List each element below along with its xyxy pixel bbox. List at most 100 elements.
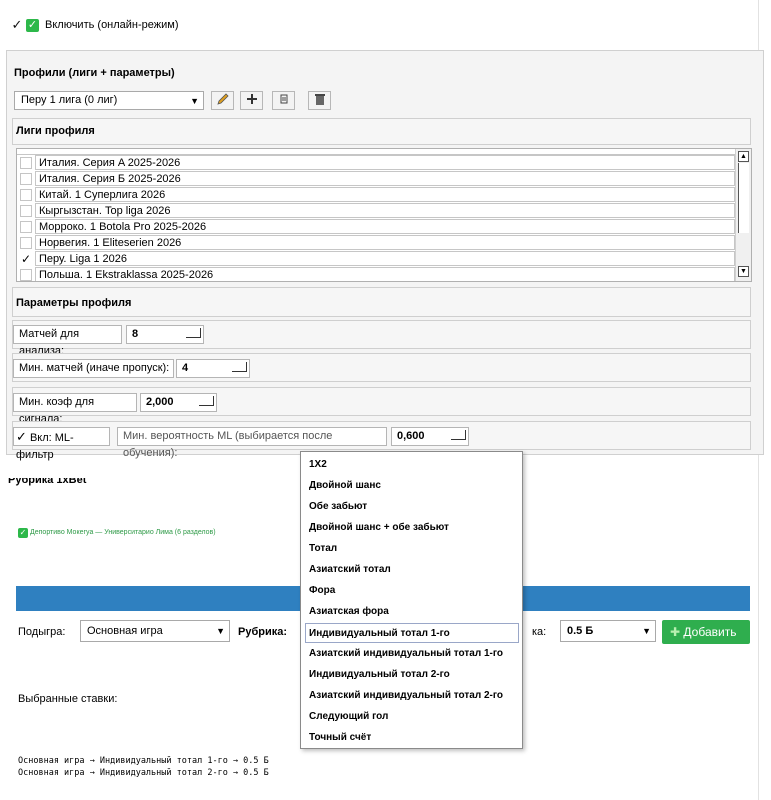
pencil-icon xyxy=(216,93,229,105)
delete-profile-button[interactable] xyxy=(308,91,331,110)
copy-profile-button[interactable] xyxy=(272,91,295,110)
league-label: Италия. Серия Б 2025-2026 xyxy=(35,171,735,186)
rubric-option[interactable]: Фора xyxy=(307,581,517,601)
ml-prob-stepper[interactable]: 0,600 xyxy=(391,427,469,446)
league-checkbox[interactable] xyxy=(20,269,32,281)
match-line[interactable]: Депортиво Мокегуа — Университарио Лима (… xyxy=(30,529,216,536)
league-label: Кыргызстан. Top liga 2026 xyxy=(35,203,735,218)
scroll-down-icon[interactable]: ▼ xyxy=(738,266,749,277)
matches-label: Матчей для анализа: xyxy=(13,325,122,357)
match-green-check-icon: ✓ xyxy=(18,528,28,538)
rubric-option[interactable]: Азиатский индивидуальный тотал 2-го xyxy=(307,686,517,706)
subgame-label: Подыгра: xyxy=(18,626,66,638)
list-item[interactable]: Италия. Серия A 2025-2026 xyxy=(17,155,736,171)
ml-filter-checkbox[interactable]: ✓ Вкл: ML-фильтр xyxy=(13,427,110,461)
plus-icon: ✚ xyxy=(670,625,681,639)
league-checkbox[interactable] xyxy=(20,173,32,185)
trash-icon xyxy=(314,94,325,105)
min-coef-value: 2,000 xyxy=(146,396,174,408)
add-button[interactable]: ✚ Добавить xyxy=(662,620,750,644)
rubric-option[interactable]: Обе забьют xyxy=(307,497,517,517)
rubric-option[interactable]: Точный счёт xyxy=(307,728,517,748)
rubric-option[interactable]: Следующий гол xyxy=(307,707,517,727)
subgame-select[interactable]: Основная игра ▼ xyxy=(80,620,230,642)
profile-select-value: Перу 1 лига (0 лиг) xyxy=(21,94,118,106)
league-checkbox[interactable] xyxy=(20,237,32,249)
list-item[interactable]: Морроко. 1 Botola Pro 2025-2026 xyxy=(17,219,736,235)
edit-profile-button[interactable] xyxy=(211,91,234,110)
line-value: 0.5 Б xyxy=(567,625,594,637)
scroll-up-icon[interactable]: ▲ xyxy=(738,151,749,162)
list-item[interactable]: ✓ Перу. Liga 1 2026 xyxy=(17,251,736,267)
min-matches-stepper[interactable]: 4 xyxy=(176,359,250,378)
min-coef-label: Мин. коэф для сигнала: xyxy=(13,393,137,425)
params-header: Параметры профиля xyxy=(16,297,132,309)
rubric-option[interactable]: 1X2 xyxy=(307,455,517,475)
profile-select[interactable]: Перу 1 лига (0 лиг) ▼ xyxy=(14,91,204,110)
league-label: Норвегия. 1 Eliteserien 2026 xyxy=(35,235,735,250)
list-item[interactable]: Норвегия. 1 Eliteserien 2026 xyxy=(17,235,736,251)
league-label: Морроко. 1 Botola Pro 2025-2026 xyxy=(35,219,735,234)
rubric-option[interactable]: Двойной шанс + обе забьют xyxy=(307,518,517,538)
min-coef-stepper[interactable]: 2,000 xyxy=(140,393,217,412)
leagues-header: Лиги профиля xyxy=(16,125,95,137)
stepper-icon xyxy=(451,439,466,440)
enable-green-check-icon: ✓ xyxy=(26,19,39,32)
chevron-down-icon: ▼ xyxy=(190,96,199,106)
leagues-list[interactable]: Италия. Серия A 2025-2026 Италия. Серия … xyxy=(16,148,752,282)
rubric-option[interactable]: Азиатский индивидуальный тотал 1-го xyxy=(307,644,517,664)
leagues-scrollbar[interactable]: ▲ ▼ xyxy=(735,149,751,281)
min-matches-label: Мин. матчей (иначе пропуск): xyxy=(13,359,174,378)
subgame-value: Основная игра xyxy=(87,625,163,637)
stepper-icon-v xyxy=(213,396,214,406)
selected-bet-line: Основная игра → Индивидуальный тотал 2-г… xyxy=(18,768,269,778)
rubric-section-label: Рубрика 1xBet xyxy=(8,478,87,486)
rubric-option[interactable]: Азиатский тотал xyxy=(307,560,517,580)
profiles-title: Профили (лиги + параметры) xyxy=(14,67,175,79)
add-profile-button[interactable] xyxy=(240,91,263,110)
league-label: Китай. 1 Суперлига 2026 xyxy=(35,187,735,202)
check-icon: ✓ xyxy=(16,429,27,444)
rubric-option[interactable]: Индивидуальный тотал 2-го xyxy=(307,665,517,685)
rubric-dropdown-list[interactable]: 1X2 Двойной шанс Обе забьют Двойной шанс… xyxy=(300,451,523,749)
stepper-icon-v xyxy=(465,430,466,440)
rubric-section-clip: Рубрика 1xBet xyxy=(8,478,108,486)
stepper-icon-v xyxy=(200,328,201,338)
leagues-header-box xyxy=(12,118,751,145)
plus-icon xyxy=(246,94,257,104)
matches-row xyxy=(12,320,751,349)
chevron-down-icon: ▼ xyxy=(216,626,225,636)
league-checkbox[interactable] xyxy=(20,221,32,233)
min-matches-value: 4 xyxy=(182,362,189,374)
add-button-label: Добавить xyxy=(683,625,737,639)
list-item[interactable]: Италия. Серия Б 2025-2026 xyxy=(17,171,736,187)
league-checkbox[interactable] xyxy=(20,205,32,217)
list-item[interactable]: Кыргызстан. Top liga 2026 xyxy=(17,203,736,219)
enable-label: Включить (онлайн-режим) xyxy=(45,19,179,31)
matches-stepper[interactable]: 8 xyxy=(126,325,204,344)
rubric-option-highlighted[interactable]: Индивидуальный тотал 1-го xyxy=(305,623,519,643)
chevron-down-icon: ▼ xyxy=(642,626,651,636)
stepper-icon xyxy=(199,405,214,406)
league-label: Италия. Серия A 2025-2026 xyxy=(35,155,735,170)
line-select[interactable]: 0.5 Б ▼ xyxy=(560,620,656,642)
rubric-option[interactable]: Двойной шанс xyxy=(307,476,517,496)
league-checkbox[interactable] xyxy=(20,157,32,169)
league-label: Польша. 1 Ekstraklassa 2025-2026 xyxy=(35,267,735,281)
list-item[interactable]: Польша. 1 Ekstraklassa 2025-2026 xyxy=(17,267,736,281)
league-checkbox-checked[interactable]: ✓ xyxy=(20,253,32,265)
rubric-option[interactable]: Азиатская фора xyxy=(307,602,517,622)
rubric-option[interactable]: Тотал xyxy=(307,539,517,559)
copy-icon xyxy=(280,94,287,104)
list-item[interactable]: Китай. 1 Суперлига 2026 xyxy=(17,187,736,203)
line-label: ка: xyxy=(532,626,547,638)
rubric-label: Рубрика: xyxy=(238,626,288,638)
ml-prob-value: 0,600 xyxy=(397,430,425,442)
league-label: Перу. Liga 1 2026 xyxy=(35,251,735,266)
selected-bets-label: Выбранные ставки: xyxy=(18,693,118,705)
ml-prob-label: Мин. вероятность ML (выбирается после об… xyxy=(117,427,387,459)
scroll-thumb[interactable] xyxy=(738,163,749,233)
enable-check-mark[interactable]: ✓ xyxy=(11,18,23,31)
stepper-icon xyxy=(232,371,247,372)
league-checkbox[interactable] xyxy=(20,189,32,201)
